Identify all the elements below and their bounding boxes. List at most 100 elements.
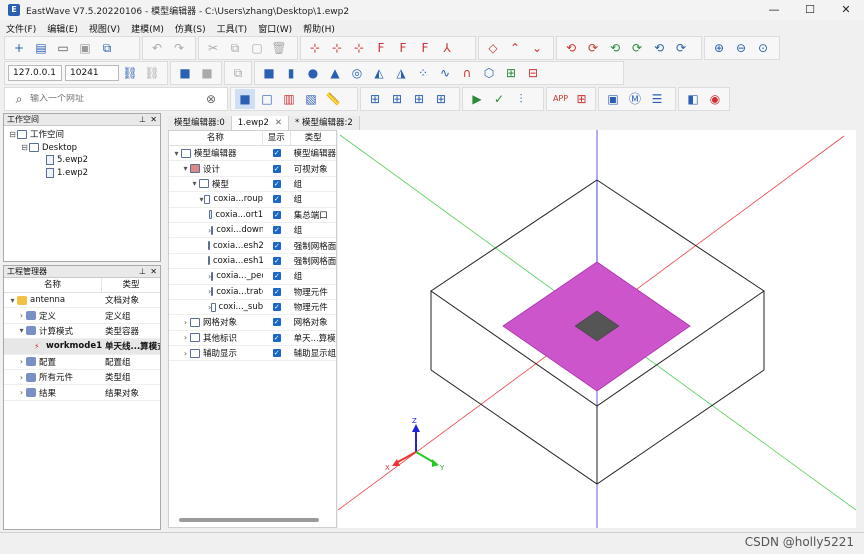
app-icon[interactable]: APP bbox=[551, 89, 570, 109]
tree-item-file[interactable]: 1.ewp2 bbox=[4, 167, 160, 180]
expand-arrow-icon[interactable]: › bbox=[181, 318, 190, 327]
save-all-icon[interactable]: ⧉ bbox=[97, 38, 117, 58]
project-row[interactable]: › 配置 配置组 bbox=[4, 355, 160, 370]
expand-arrow-icon[interactable]: › bbox=[181, 349, 190, 358]
model-tree-row[interactable]: ▾ coxia...roup ✓ 组 bbox=[169, 192, 336, 208]
horizontal-scrollbar[interactable] bbox=[179, 518, 319, 522]
box-shape-icon[interactable]: ■ bbox=[259, 63, 279, 83]
rotate-3-icon[interactable]: ⟲ bbox=[605, 38, 625, 58]
visibility-checkbox[interactable]: ✓ bbox=[272, 287, 281, 296]
visibility-checkbox[interactable]: ✓ bbox=[272, 256, 281, 265]
url-input[interactable] bbox=[30, 94, 200, 104]
pin-icon[interactable]: ⊥ bbox=[139, 266, 146, 278]
delete-icon[interactable]: 🗑 bbox=[269, 38, 289, 58]
move-down-icon[interactable]: ⌄ bbox=[527, 38, 547, 58]
report-icon[interactable]: ◧ bbox=[683, 89, 703, 109]
solid-view-icon[interactable]: ■ bbox=[235, 89, 255, 109]
expand-arrow-icon[interactable]: › bbox=[17, 388, 26, 397]
rotate-5-icon[interactable]: ⟲ bbox=[649, 38, 669, 58]
expand-arrow-icon[interactable]: › bbox=[181, 333, 190, 342]
frame-icon[interactable]: ▣ bbox=[603, 89, 623, 109]
column-header-type[interactable]: 类型 bbox=[291, 131, 336, 145]
column-header-show[interactable]: 显示 bbox=[263, 131, 291, 145]
rotate-1-icon[interactable]: ⟲ bbox=[561, 38, 581, 58]
model-tree-row[interactable]: coxia...ort1 ✓ 集总端口 bbox=[169, 208, 336, 223]
column-header-type[interactable]: 类型 bbox=[102, 278, 160, 292]
cube-remove-icon[interactable]: ■ bbox=[197, 63, 217, 83]
redo-icon[interactable]: ↷ bbox=[169, 38, 189, 58]
close-tab-icon[interactable]: ✕ bbox=[275, 116, 282, 130]
model-tree-row[interactable]: › 其他标识 ✓ 单天...算模式 bbox=[169, 331, 336, 347]
rotate-2-icon[interactable]: ⟳ bbox=[583, 38, 603, 58]
visibility-checkbox[interactable]: ✓ bbox=[272, 210, 281, 219]
add-z-icon[interactable]: ⊹ bbox=[349, 38, 369, 58]
visibility-checkbox[interactable]: ✓ bbox=[272, 241, 281, 250]
material-icon[interactable]: ▥ bbox=[279, 89, 299, 109]
zoom-out-icon[interactable]: ⊖ bbox=[731, 38, 751, 58]
clear-search-icon[interactable]: ⊗ bbox=[201, 89, 221, 109]
column-header-name[interactable]: 名称 bbox=[169, 131, 263, 145]
visibility-checkbox[interactable]: ✓ bbox=[272, 195, 281, 204]
visibility-checkbox[interactable]: ✓ bbox=[272, 226, 281, 235]
collapse-icon[interactable]: ⊟ bbox=[8, 128, 17, 141]
expand-arrow-icon[interactable]: ▾ bbox=[17, 326, 26, 335]
expand-arrow-icon[interactable]: › bbox=[17, 357, 26, 366]
collapse-icon[interactable]: ⊟ bbox=[20, 141, 29, 154]
menu-window[interactable]: 窗口(W) bbox=[258, 22, 292, 35]
mesh-view-2-icon[interactable]: ⊞ bbox=[387, 89, 407, 109]
sphere-shape-icon[interactable]: ● bbox=[303, 63, 323, 83]
port-input[interactable]: 10241 bbox=[65, 65, 119, 81]
expand-arrow-icon[interactable]: ▾ bbox=[181, 164, 190, 173]
expand-arrow-icon[interactable]: › bbox=[17, 373, 26, 382]
rotate-4-icon[interactable]: ⟳ bbox=[627, 38, 647, 58]
new-file-icon[interactable]: + bbox=[9, 38, 29, 58]
model-tree-row[interactable]: coxia...esh2 ✓ 强制网格面 bbox=[169, 238, 336, 254]
close-panel-icon[interactable]: ✕ bbox=[150, 266, 157, 278]
pin-icon[interactable]: ⊥ bbox=[139, 114, 146, 126]
open-folder-icon[interactable]: ▭ bbox=[53, 38, 73, 58]
minimize-button[interactable]: — bbox=[756, 0, 792, 20]
link-icon[interactable]: ⧉ bbox=[229, 63, 247, 83]
settings-sliders-icon[interactable]: ⫶ bbox=[511, 89, 531, 109]
add-x-icon[interactable]: ⊹ bbox=[305, 38, 325, 58]
ruler-icon[interactable]: 📏 bbox=[323, 89, 343, 109]
flip-z-icon[interactable]: F bbox=[415, 38, 435, 58]
check-icon[interactable]: ✓ bbox=[489, 89, 509, 109]
model-tree-row[interactable]: › coxi..._sub ✓ 物理元件 bbox=[169, 300, 336, 316]
model-tree-row[interactable]: › coxia...trate ✓ 物理元件 bbox=[169, 285, 336, 300]
zoom-fit-icon[interactable]: ⊙ bbox=[753, 38, 773, 58]
host-input[interactable]: 127.0.0.1 bbox=[8, 65, 62, 81]
model-tree-row[interactable]: › 辅助显示 ✓ 辅助显示组 bbox=[169, 346, 336, 362]
menu-simulation[interactable]: 仿真(S) bbox=[175, 22, 206, 35]
mesh-view-4-icon[interactable]: ⊞ bbox=[431, 89, 451, 109]
tab-1-ewp2[interactable]: 1.ewp2 ✕ bbox=[231, 116, 290, 130]
menu-help[interactable]: 帮助(H) bbox=[303, 22, 335, 35]
model-tree-row[interactable]: coxia...esh1 ✓ 强制网格面 bbox=[169, 254, 336, 270]
menu-tools[interactable]: 工具(T) bbox=[217, 22, 248, 35]
tab-model-editor-0[interactable]: 模型编辑器:0 bbox=[168, 116, 232, 130]
model-tree-row[interactable]: ▾ 模型 ✓ 组 bbox=[169, 177, 336, 193]
project-row[interactable]: ▾ antenna 文档对象 bbox=[4, 293, 160, 309]
model-tree-row[interactable]: › coxi...down ✓ 组 bbox=[169, 223, 336, 239]
3d-viewport[interactable]: Z X Y bbox=[338, 130, 856, 528]
zoom-in-icon[interactable]: ⊕ bbox=[709, 38, 729, 58]
tree-item-desktop[interactable]: ⊟ Desktop bbox=[4, 141, 160, 154]
torus-shape-icon[interactable]: ◎ bbox=[347, 63, 367, 83]
import-icon[interactable]: ⊞ bbox=[501, 63, 521, 83]
record-icon[interactable]: ◉ bbox=[705, 89, 725, 109]
visibility-checkbox[interactable]: ✓ bbox=[272, 349, 281, 358]
expand-arrow-icon[interactable]: ▾ bbox=[172, 149, 181, 158]
cylinder-shape-icon[interactable]: ▮ bbox=[281, 63, 301, 83]
wire-view-icon[interactable]: □ bbox=[257, 89, 277, 109]
list-icon[interactable]: ☰ bbox=[647, 89, 667, 109]
port-tool-icon[interactable]: ⬡ bbox=[479, 63, 499, 83]
expand-arrow-icon[interactable]: ▾ bbox=[190, 179, 199, 188]
tree-item-workspace[interactable]: ⊟ 工作空间 bbox=[4, 128, 160, 141]
move-up-icon[interactable]: ⌃ bbox=[505, 38, 525, 58]
cut-icon[interactable]: ✂ bbox=[203, 38, 223, 58]
run-icon[interactable]: ▶ bbox=[467, 89, 487, 109]
arc-icon[interactable]: ∩ bbox=[457, 63, 477, 83]
menu-view[interactable]: 视图(V) bbox=[89, 22, 120, 35]
menu-modeling[interactable]: 建模(M) bbox=[131, 22, 164, 35]
mesh-view-3-icon[interactable]: ⊞ bbox=[409, 89, 429, 109]
